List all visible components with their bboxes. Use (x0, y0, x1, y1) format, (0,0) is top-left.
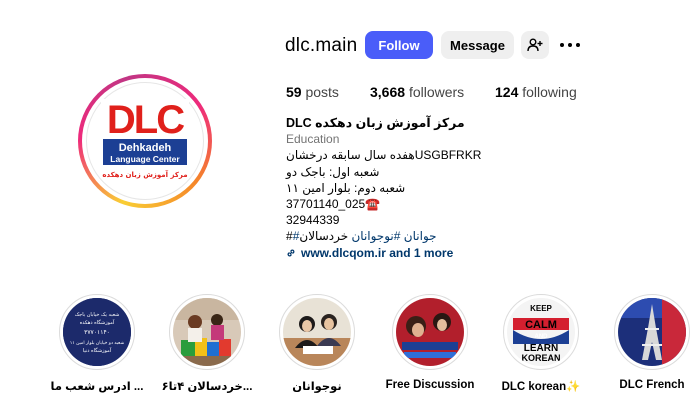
follow-button[interactable]: Follow (365, 31, 433, 59)
logo-line3: مرکز آموزش زبان دهکده (102, 170, 187, 179)
addr-line4: شعبه دو خیابان بلوار امین ۱۱ (70, 341, 124, 346)
highlight-ring (169, 294, 245, 370)
highlight-cover: شعبه یک خیابان باجک آموزشگاه دهکده ۳۷۷۰۱… (63, 298, 131, 366)
highlight-cover (396, 298, 464, 366)
hashtags-prefix: خردسالان (299, 229, 349, 244)
link-icon (287, 249, 295, 257)
highlight-free-discussion[interactable]: Free Discussion (378, 294, 482, 391)
profile-avatar[interactable]: DLC Dehkadeh Language Center مرکز آموزش … (78, 74, 212, 208)
profile-bio: DLC مرکز آموزش زبان دهکده Education هفده… (286, 115, 546, 261)
suggest-users-button[interactable] (521, 31, 549, 59)
avatar-image: DLC Dehkadeh Language Center مرکز آموزش … (86, 82, 204, 200)
highlight-ring: شعبه یک خیابان باجک آموزشگاه دهکده ۳۷۷۰۱… (59, 294, 135, 370)
highlight-cover (283, 298, 351, 366)
addresses-cover-graphic: شعبه یک خیابان باجک آموزشگاه دهکده ۳۷۷۰۱… (63, 298, 131, 366)
more-options-button[interactable] (560, 36, 580, 54)
highlight-addresses[interactable]: شعبه یک خیابان باجک آموزشگاه دهکده ۳۷۷۰۱… (45, 294, 149, 393)
eiffel-tower-graphic (618, 298, 686, 366)
posts-label: posts (305, 84, 339, 100)
followers-label: followers (408, 84, 465, 100)
highlight-ring (392, 294, 468, 370)
highlight-label: نوجوانان (292, 381, 342, 393)
highlight-cover (618, 298, 686, 366)
korean-and: AND (535, 334, 549, 340)
teens-photo-graphic (283, 298, 351, 366)
more-dot (568, 43, 572, 47)
bio-category: Education (286, 132, 340, 147)
korean-calm: CALM (525, 319, 557, 331)
highlight-ring (614, 294, 690, 370)
addr-line1: شعبه یک خیابان باجک (75, 312, 120, 318)
highlight-label: ادرس شعب ما ... (50, 381, 144, 393)
korean-korean: KOREAN (521, 353, 560, 363)
profile-username: dlc.main (285, 35, 358, 56)
highlight-cover: KEEP CALM AND LEARN KOREAN (507, 298, 575, 366)
bio-name: DLC مرکز آموزش زبان دهکده (286, 116, 465, 130)
highlight-korean[interactable]: KEEP CALM AND LEARN KOREAN DLC korean✨ (489, 294, 593, 393)
bio-phone-1: 37701140_025☎️ (286, 197, 381, 212)
following-count: 124 (495, 84, 519, 100)
avatar-gap: DLC Dehkadeh Language Center مرکز آموزش … (82, 78, 208, 204)
highlight-kids[interactable]: خردسالان ۴تا۶... (155, 294, 259, 393)
hashtag-teens[interactable]: #نوجوانان (351, 229, 400, 243)
highlight-label: Free Discussion (385, 379, 475, 391)
bio-line-3: شعبه دوم: بلوار امین ۱۱ (286, 180, 406, 195)
stat-following[interactable]: 124 following (495, 84, 577, 100)
logo-line2: Language Center (110, 154, 180, 164)
more-dot (560, 43, 564, 47)
highlight-label: DLC French (619, 379, 685, 391)
highlight-french[interactable]: DLC French (600, 294, 700, 391)
logo-line1: Dehkadeh (119, 142, 172, 154)
stat-followers[interactable]: 3,668 followers (370, 84, 464, 100)
addr-line5: آموزشگاه دنیا (83, 347, 112, 354)
addr-line3: ۳۷۷۰۱۱۴۰ (84, 329, 110, 336)
addr-line2: آموزشگاه دهکده (80, 319, 115, 326)
highlight-cover (173, 298, 241, 366)
followers-count: 3,668 (370, 84, 406, 100)
free-discussion-graphic (396, 298, 464, 366)
bio-phone-2: 32944339 (286, 213, 340, 228)
stat-posts: 59 posts (286, 84, 339, 100)
highlight-teens[interactable]: نوجوانان (265, 294, 369, 393)
following-label: following (522, 84, 577, 100)
kids-photo-graphic (173, 298, 241, 366)
bio-line-2: شعبه اول: باجک دو (286, 164, 380, 179)
hashtag-suffix: # (286, 229, 293, 244)
dlc-logo: DLC Dehkadeh Language Center مرکز آموزش … (101, 98, 189, 179)
korean-keep: KEEP (530, 304, 552, 313)
highlight-label: خردسالان ۴تا۶... (161, 381, 253, 393)
bio-hashtags: ##جوانان #نوجوانان خردسالان (286, 228, 546, 244)
bio-line-1: هفده سال سابقه درخشانUSGBFRKR (286, 148, 482, 163)
bio-link-text: www.dlcqom.ir and 1 more (301, 245, 454, 260)
posts-count: 59 (286, 84, 302, 100)
logo-mark: DLC (107, 98, 184, 142)
highlight-ring: KEEP CALM AND LEARN KOREAN (503, 294, 579, 370)
highlight-ring (279, 294, 355, 370)
more-dot (576, 43, 580, 47)
keep-calm-korean-graphic: KEEP CALM AND LEARN KOREAN (507, 298, 575, 366)
message-button[interactable]: Message (441, 31, 514, 59)
highlight-label: DLC korean✨ (501, 381, 581, 393)
bio-link[interactable]: www.dlcqom.ir and 1 more (286, 245, 546, 261)
person-plus-icon (527, 38, 543, 52)
